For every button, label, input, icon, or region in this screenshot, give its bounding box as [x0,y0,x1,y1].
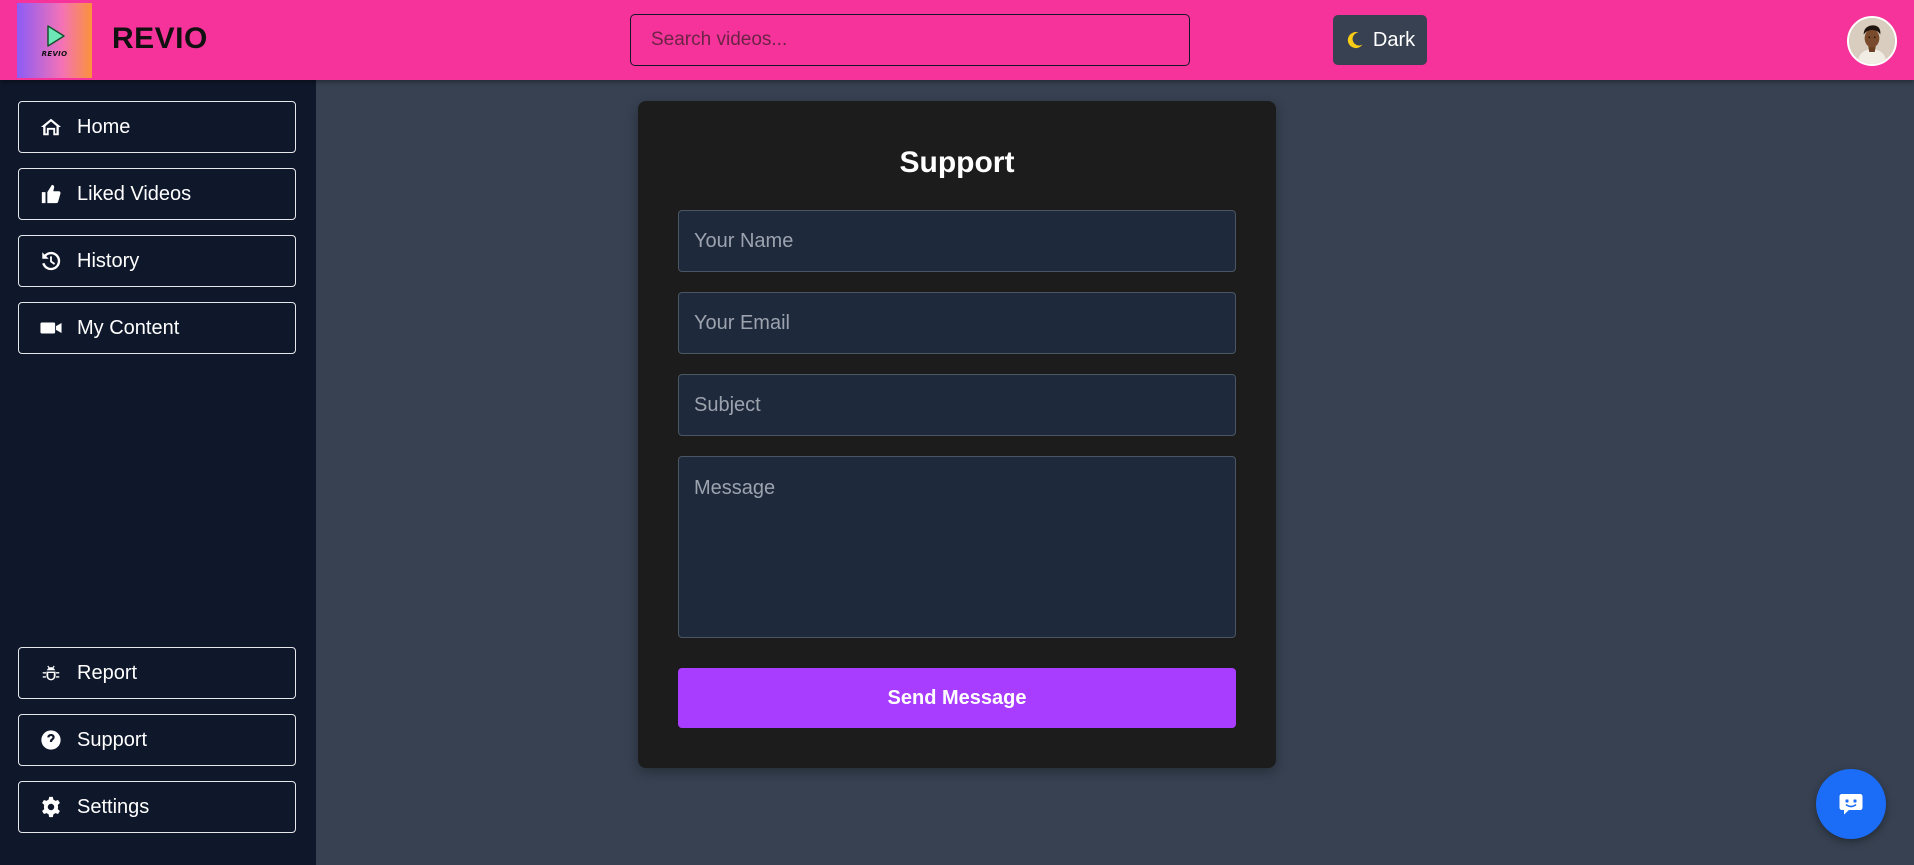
user-avatar[interactable] [1847,16,1897,66]
history-icon [39,249,63,273]
video-camera-icon [39,316,63,340]
sidebar-item-label: Report [77,661,138,684]
email-field[interactable] [678,292,1236,354]
chat-button[interactable] [1816,769,1886,839]
name-field[interactable] [678,210,1236,272]
brand-name: REVIO [112,22,208,55]
gear-icon [39,795,63,819]
sidebar-item-label: Support [77,728,148,751]
subject-field[interactable] [678,374,1236,436]
question-circle-icon [39,728,63,752]
avatar-person-icon [1849,18,1895,64]
sidebar-item-label: Home [77,115,131,138]
search-input[interactable] [630,14,1190,66]
sidebar-item-settings[interactable]: Settings [18,781,296,833]
sidebar-item-label: Liked Videos [77,182,192,205]
send-message-button[interactable]: Send Message [678,668,1236,728]
sidebar-item-report[interactable]: Report [18,647,296,699]
sidebar-item-my-content[interactable]: My Content [18,302,296,354]
sidebar-item-label: My Content [77,316,180,339]
sidebar-item-support[interactable]: Support [18,714,296,766]
chat-bot-icon [1839,794,1863,815]
logo-text: REVIO [41,50,68,58]
sidebar-item-home[interactable]: Home [18,101,296,153]
theme-toggle-button[interactable]: Dark [1333,15,1427,65]
sidebar-item-history[interactable]: History [18,235,296,287]
message-field[interactable] [678,456,1236,638]
bug-icon [39,661,63,685]
play-logo-icon [46,25,65,47]
sidebar-item-label: Settings [77,795,150,818]
support-form-card: Support Send Message [638,101,1276,768]
support-title: Support [899,146,1015,179]
sidebar-item-liked-videos[interactable]: Liked Videos [18,168,296,220]
app-logo[interactable]: REVIO [17,3,92,78]
top-header: REVIO REVIO Dark [0,0,1914,80]
thumbs-up-icon [39,182,63,206]
sidebar-item-label: History [77,249,140,272]
theme-toggle-label: Dark [1372,28,1416,51]
sidebar: Home Liked Videos History My Content Rep… [0,80,316,865]
home-icon [39,115,63,139]
moon-icon [1347,32,1363,49]
